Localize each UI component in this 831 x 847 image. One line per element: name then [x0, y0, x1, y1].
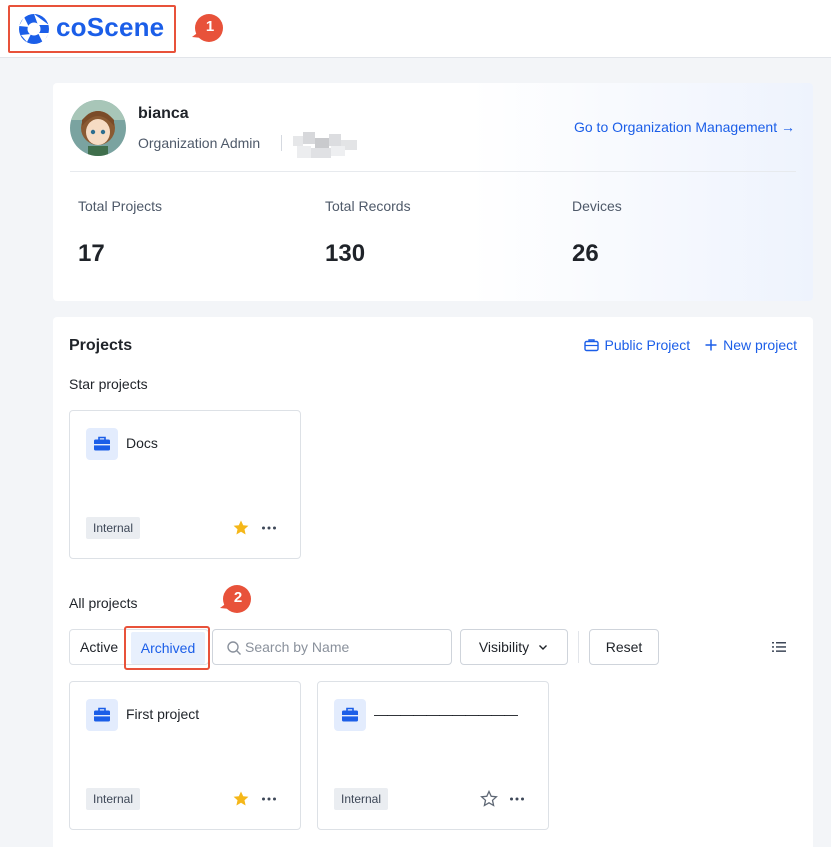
- top-bar: coScene 1: [0, 0, 831, 58]
- all-projects-title: All projects: [69, 595, 138, 611]
- visibility-label: Visibility: [478, 639, 530, 655]
- avatar[interactable]: [70, 100, 126, 156]
- arrow-right-icon: →: [777, 119, 795, 135]
- blurred-org-name: [293, 132, 357, 158]
- star-projects-title: Star projects: [69, 376, 148, 392]
- user-summary-card: bianca Organization Admin Go to Organiza…: [53, 83, 813, 301]
- stat-total-records: Total Records 130: [325, 198, 411, 268]
- callout-badge-1: 1: [192, 13, 224, 43]
- projects-title: Projects: [69, 337, 133, 354]
- toolbar-divider: [578, 631, 579, 663]
- visibility-tag: Internal: [86, 788, 141, 810]
- org-link-label: Go to Organization Management: [573, 119, 778, 135]
- tab-archived[interactable]: Archived: [131, 632, 205, 664]
- list-view-icon[interactable]: [771, 639, 787, 655]
- brand-logo-text: coScene: [56, 12, 165, 42]
- reset-button[interactable]: Reset: [589, 629, 659, 665]
- visibility-tag: Internal: [334, 788, 389, 810]
- projects-panel: Projects Public Project New project Star…: [53, 317, 813, 847]
- projects-header-actions: Public Project New project: [584, 337, 797, 353]
- search-icon: [227, 641, 241, 655]
- role-divider: [281, 135, 282, 151]
- archived-highlight-box: Archived: [124, 626, 210, 670]
- project-card-docs[interactable]: Docs Internal: [69, 410, 301, 559]
- stat-total-projects: Total Projects 17: [78, 198, 162, 268]
- more-icon[interactable]: [508, 790, 526, 808]
- divider: [70, 171, 796, 172]
- project-briefcase-icon: [334, 699, 366, 731]
- public-project-label: Public Project: [604, 337, 691, 353]
- search-input[interactable]: [245, 631, 445, 663]
- more-icon[interactable]: [260, 790, 278, 808]
- stat-label: Total Projects: [78, 198, 163, 214]
- coscene-logo-icon: [19, 14, 49, 44]
- visibility-tag: Internal: [86, 517, 141, 539]
- project-card-first-project[interactable]: First project Internal: [69, 681, 301, 830]
- more-icon[interactable]: [260, 519, 278, 537]
- stat-value: 130: [325, 240, 366, 267]
- project-briefcase-icon: [86, 699, 118, 731]
- callout-number: 1: [205, 18, 215, 35]
- stat-devices: Devices 26: [572, 198, 622, 268]
- search-box: [212, 629, 452, 665]
- project-name: First project: [126, 706, 200, 722]
- go-to-org-management-link[interactable]: Go to Organization Management →: [574, 119, 795, 135]
- visibility-dropdown[interactable]: Visibility: [460, 629, 568, 665]
- status-segmented-control: Active Archived: [69, 626, 210, 670]
- new-project-button[interactable]: New project: [704, 337, 797, 353]
- chevron-down-icon: [539, 645, 548, 650]
- tab-active[interactable]: Active: [80, 639, 118, 655]
- logo-highlight-box[interactable]: coScene: [8, 5, 176, 53]
- user-role: Organization Admin: [138, 135, 261, 151]
- project-name: ———————————: [374, 706, 518, 722]
- stat-value: 26: [572, 240, 599, 267]
- stat-value: 17: [78, 240, 105, 267]
- new-project-label: New project: [723, 337, 797, 353]
- star-filled-icon[interactable]: [232, 519, 250, 537]
- project-card-unnamed[interactable]: ——————————— Internal: [317, 681, 549, 830]
- stat-label: Devices: [572, 198, 622, 214]
- star-filled-icon[interactable]: [232, 790, 250, 808]
- public-project-button[interactable]: Public Project: [584, 337, 690, 353]
- star-outline-icon[interactable]: [480, 790, 498, 808]
- briefcase-icon: [584, 339, 600, 352]
- project-briefcase-icon: [86, 428, 118, 460]
- project-name: Docs: [126, 435, 158, 451]
- plus-icon: [705, 339, 717, 351]
- user-name: bianca: [138, 105, 189, 122]
- callout-badge-2: 2: [220, 584, 252, 614]
- stat-label: Total Records: [325, 198, 411, 214]
- callout-number: 2: [233, 589, 243, 606]
